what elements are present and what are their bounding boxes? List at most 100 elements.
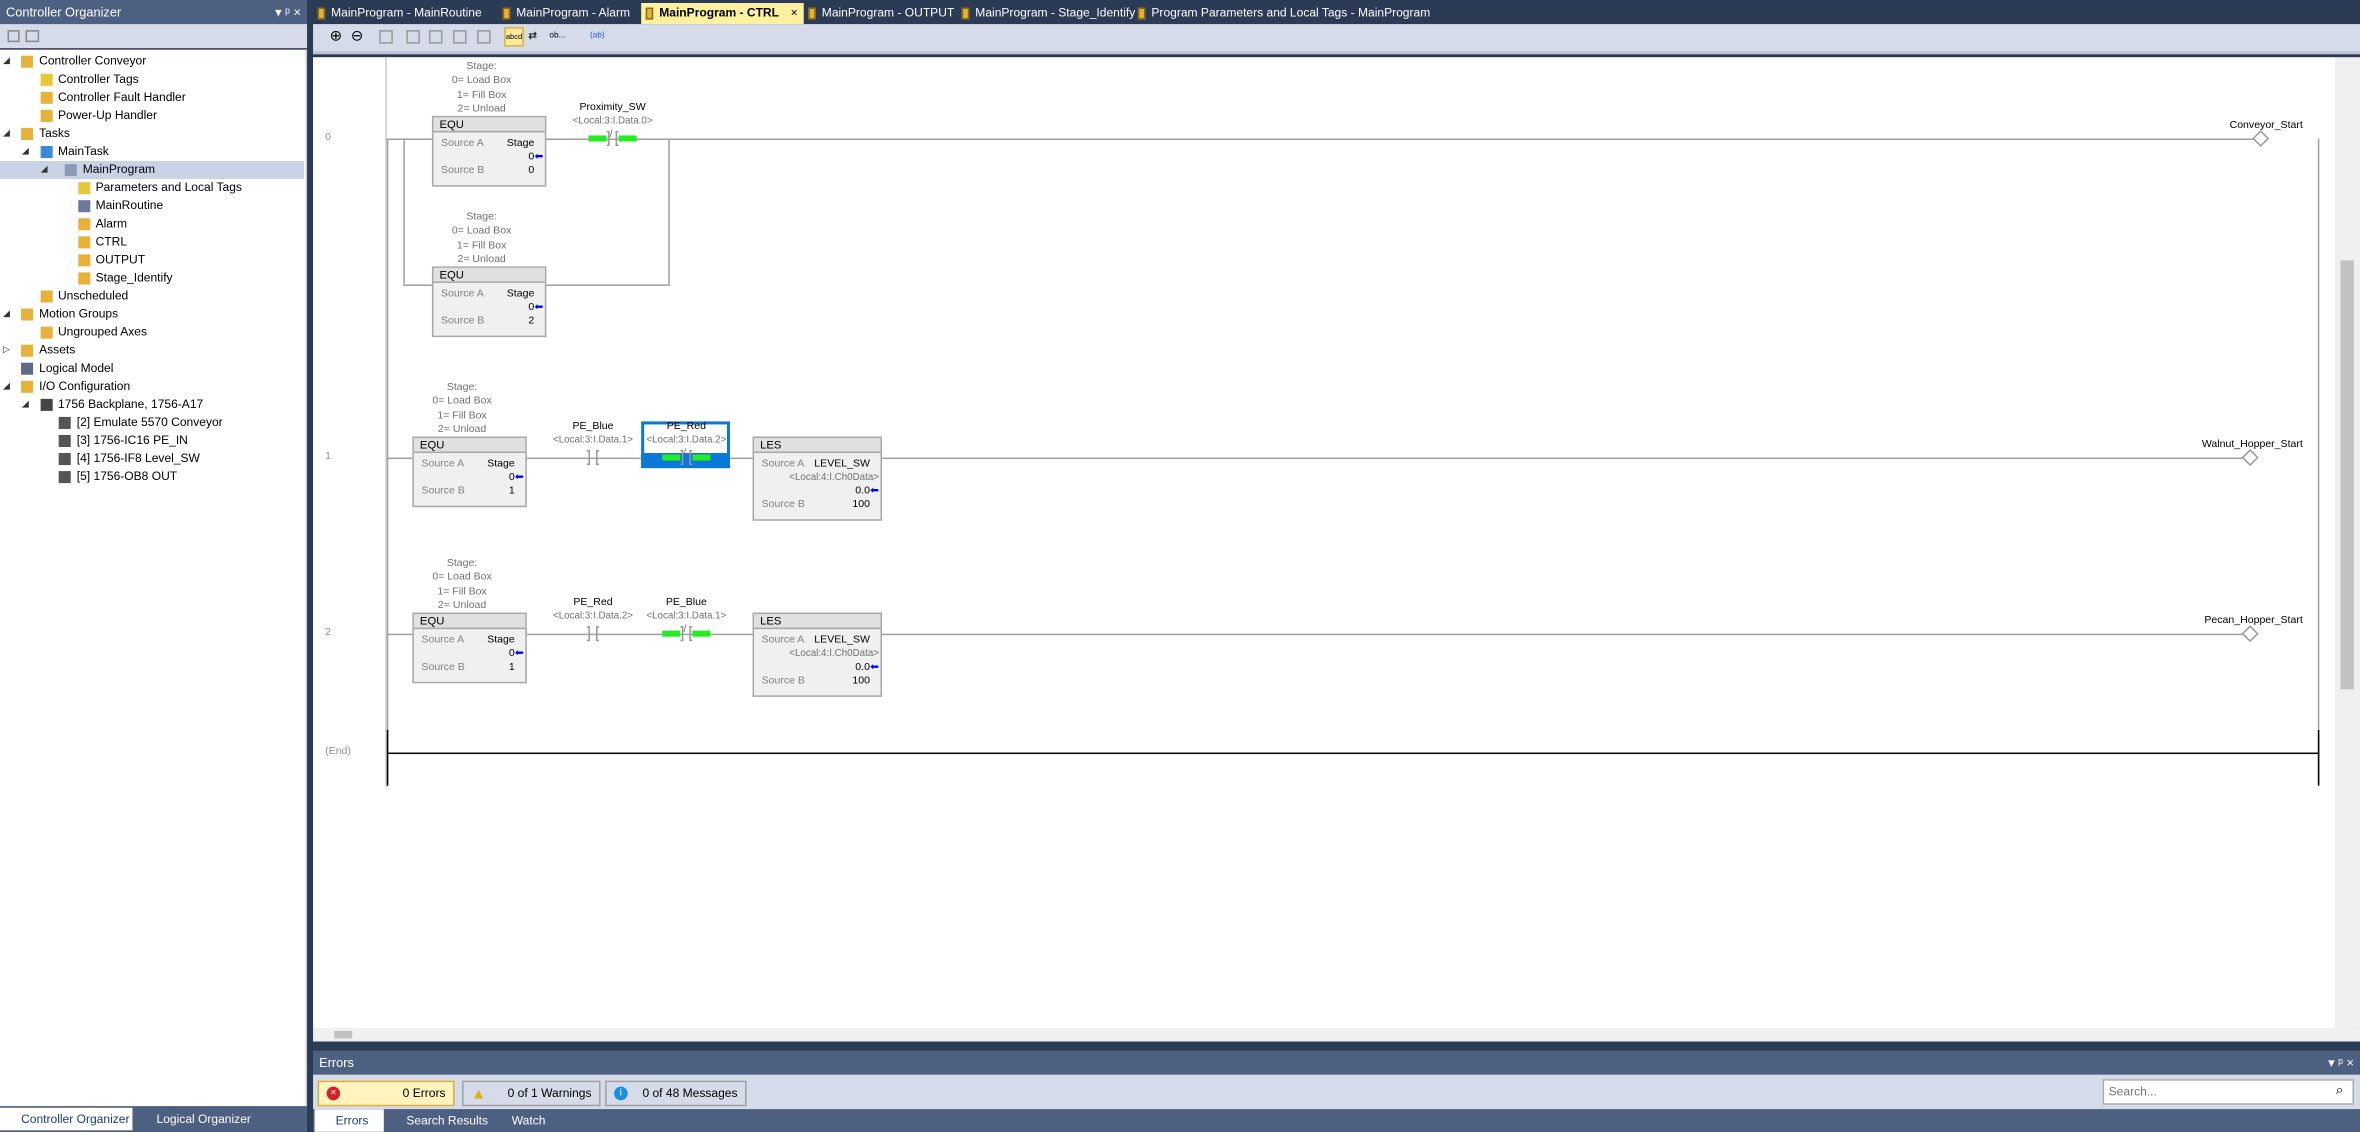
source-a-label: Source A: [440, 288, 484, 300]
contact-tag[interactable]: PE_Red: [619, 421, 754, 432]
tab-mainprogram-mainroutine[interactable]: MainProgram - MainRoutine: [313, 3, 498, 24]
errors-search-input[interactable]: [2102, 1079, 2354, 1105]
end-label: (End): [325, 746, 351, 758]
tree-item-label: MainTask: [57, 144, 109, 159]
ote-coil[interactable]: [2241, 625, 2259, 643]
expanded-icon[interactable]: ◢: [3, 53, 10, 71]
ladder-editor[interactable]: 0 1 2 Stage: 0= Load Box 1= Fill Box 2= Unload…: [313, 57, 2336, 1028]
errors-filter-button[interactable]: × 0 Errors: [317, 1080, 455, 1107]
warnings-filter-button[interactable]: ▲ 0 of 1 Warnings: [462, 1080, 601, 1107]
collapse-all-icon[interactable]: [7, 30, 20, 43]
contact-tag[interactable]: Proximity_SW: [545, 102, 680, 113]
source-b-label: Source B: [421, 662, 465, 673]
source-b-value: 2: [528, 316, 535, 327]
expanded-icon[interactable]: ◢: [3, 306, 10, 324]
tree-item-label: Unscheduled: [57, 288, 129, 303]
contact-tag[interactable]: PE_Blue: [619, 598, 754, 609]
coil-tag[interactable]: Conveyor_Start: [2077, 120, 2303, 131]
go-to-icon[interactable]: [379, 30, 393, 44]
source-a-label: Source A: [761, 635, 805, 646]
zoom-out-icon[interactable]: ⊖: [351, 29, 364, 46]
xic-contact[interactable]: [569, 450, 617, 466]
tab-logical-organizer[interactable]: Logical Organizer: [135, 1108, 251, 1131]
tab-mainprogram-stage-identify[interactable]: MainProgram - Stage_Identify: [957, 3, 1135, 24]
source-a-value: 0: [528, 302, 535, 314]
equ-instruction[interactable]: EQU Source A Stage 0 ⬅ Source B 1: [412, 436, 527, 508]
rung-comment-line: 2= Unload: [457, 103, 506, 115]
tab-watch[interactable]: Watch: [491, 1109, 546, 1132]
xio-contact[interactable]: /: [588, 129, 637, 146]
organizer-pin-close[interactable]: ▾ ᵖ ×: [275, 5, 301, 22]
folder-icon: [39, 290, 52, 303]
contact-bracket-left: [586, 626, 590, 642]
rung-comment-line: 1= Fill Box: [437, 410, 487, 421]
vertical-scrollbar[interactable]: [2335, 57, 2360, 1028]
expanded-icon[interactable]: ◢: [3, 378, 10, 396]
tab-mainprogram-alarm[interactable]: MainProgram - Alarm: [498, 3, 641, 24]
ladder-icon: [77, 218, 90, 231]
swap-icon[interactable]: ⇄: [528, 30, 537, 43]
coil-tag[interactable]: Pecan_Hopper_Start: [2077, 616, 2302, 627]
ladder-icon: [77, 254, 90, 267]
collapsed-icon[interactable]: ▷: [3, 342, 10, 360]
ote-coil[interactable]: [2252, 129, 2270, 147]
end-left-rail: [386, 729, 389, 786]
ladder-icon: [645, 7, 654, 20]
source-b-label: Source B: [761, 675, 805, 687]
verify-icon[interactable]: [453, 30, 467, 44]
io-button[interactable]: (ab): [590, 32, 605, 41]
tab-mainprogram-output[interactable]: MainProgram - OUTPUT: [804, 3, 958, 24]
ote-coil[interactable]: [2241, 449, 2259, 467]
instr-icon[interactable]: [477, 30, 491, 44]
equ-instruction[interactable]: EQU Source A Stage 0 ⬅ Source B0: [431, 115, 547, 187]
xic-contact[interactable]: [569, 626, 617, 642]
tab-search-results[interactable]: Search Results: [385, 1109, 488, 1132]
expanded-icon[interactable]: ◢: [41, 161, 48, 179]
folder-icon: [21, 344, 34, 357]
tree-item-label: [2] Emulate 5570 Conveyor: [76, 415, 223, 429]
folder-icon: [21, 127, 34, 140]
tree-item-label: Stage_Identify: [95, 270, 173, 285]
energized-indicator: [588, 135, 607, 142]
messages-filter-button[interactable]: i 0 of 48 Messages: [605, 1080, 747, 1107]
tab-errors[interactable]: Errors: [314, 1109, 384, 1132]
branch-right: [668, 138, 670, 286]
value-arrow-icon: ⬅: [514, 648, 524, 660]
tree-item[interactable]: ◢ MainProgram: [0, 161, 305, 180]
tab-label: MainProgram - Alarm: [516, 6, 631, 20]
tab-controller-organizer[interactable]: Controller Organizer: [0, 1107, 133, 1131]
properties-icon[interactable]: [25, 30, 40, 43]
les-instruction[interactable]: LES Source A LEVEL_SW <Local:4:I.Ch0Data> 0.…: [752, 436, 882, 521]
tag-icon: [39, 73, 52, 86]
horizontal-scroll-thumb[interactable]: [334, 1030, 353, 1039]
errors-pin-close[interactable]: ▾ ᵖ ×: [2328, 1055, 2354, 1072]
xio-contact[interactable]: /: [662, 625, 711, 642]
vertical-scroll-thumb[interactable]: [2340, 260, 2354, 690]
coil-tag[interactable]: Walnut_Hopper_Start: [2077, 439, 2303, 450]
xio-contact[interactable]: /: [662, 449, 711, 466]
source-a-label: Source A: [440, 138, 484, 150]
equ-instruction[interactable]: EQU Source A Stage 0 ⬅ Source B 1: [412, 612, 527, 684]
tab-close-icon[interactable]: ×: [791, 3, 798, 24]
branch-icon[interactable]: [428, 30, 443, 44]
tab-mainprogram-ctrl[interactable]: MainProgram - CTRL ×: [641, 3, 804, 25]
show-tags-button[interactable]: abcd: [504, 27, 524, 47]
rung-comment-line: Stage:: [446, 382, 478, 393]
ladder-toolbar: ⊕ ⊖ abcd ⇄ ob... (ab): [313, 24, 2360, 55]
expanded-icon[interactable]: ◢: [3, 125, 10, 143]
expanded-icon[interactable]: ◢: [22, 396, 29, 414]
tab-program-parameters-and-local-tags-mainprogram[interactable]: Program Parameters and Local Tags - Main…: [1133, 3, 1430, 24]
source-a-value: 0.0: [855, 662, 870, 673]
expanded-icon[interactable]: ◢: [22, 143, 29, 161]
zoom-in-icon[interactable]: ⊕: [330, 29, 343, 46]
search-icon[interactable]: ⌕: [2336, 1082, 2344, 1099]
error-icon: ×: [326, 1086, 341, 1101]
source-b-label: Source B: [761, 499, 805, 511]
horizontal-scrollbar[interactable]: [313, 1027, 2360, 1042]
les-instruction[interactable]: LES Source A LEVEL_SW <Local:4:I.Ch0Data> 0.…: [752, 612, 882, 697]
overlay-dropdown[interactable]: ob...: [549, 32, 565, 41]
equ-instruction[interactable]: EQU Source A Stage 0 ⬅ Source B 2: [431, 266, 547, 338]
contact-bracket-right: [596, 450, 600, 466]
source-a-address: <Local:4:I.Ch0Data>: [789, 648, 879, 660]
rung-icon[interactable]: [406, 30, 420, 44]
